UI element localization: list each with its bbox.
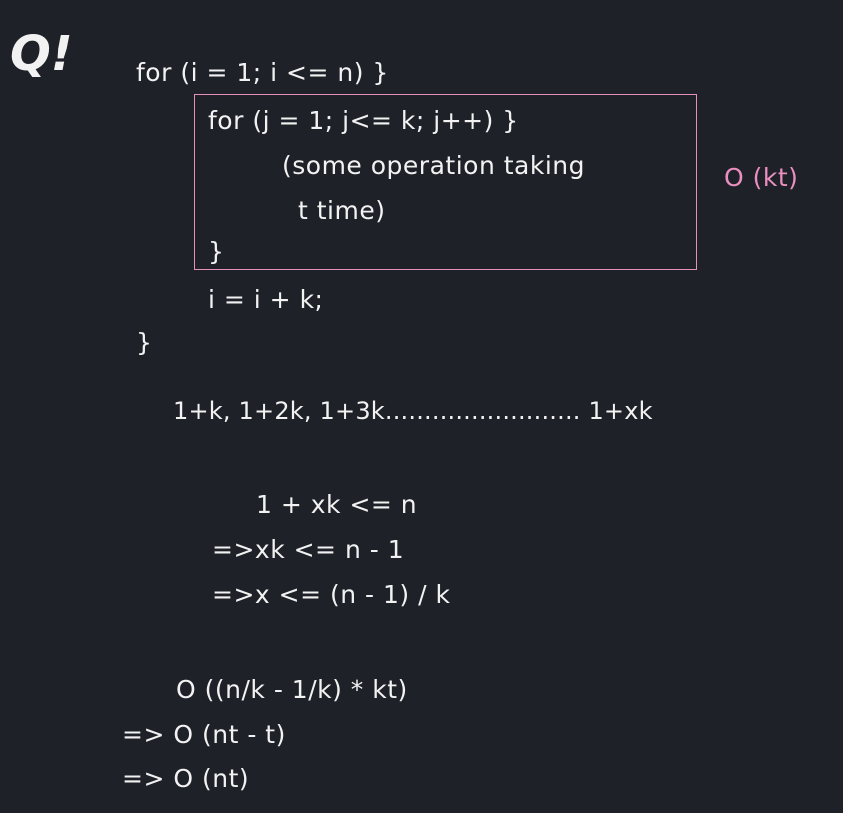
- question-label: Q!: [10, 26, 73, 82]
- result-line-3: => O (nt): [122, 764, 250, 793]
- derivation-line-1: 1 + xk <= n: [256, 490, 418, 519]
- outer-close-brace: }: [136, 328, 153, 357]
- result-line-1: O ((n/k - 1/k) * kt): [176, 675, 408, 704]
- inner-close-brace: }: [208, 237, 225, 266]
- operation-line-2: t time): [298, 196, 386, 225]
- increment-line: i = i + k;: [208, 285, 324, 314]
- derivation-line-2: =>xk <= n - 1: [212, 535, 405, 564]
- outer-for-line: for (i = 1; i <= n) }: [136, 58, 389, 87]
- derivation-line-3: =>x <= (n - 1) / k: [212, 580, 451, 609]
- inner-for-line: for (j = 1; j<= k; j++) }: [208, 106, 519, 135]
- result-line-2: => O (nt - t): [122, 720, 286, 749]
- series-line: 1+k, 1+2k, 1+3k.........................…: [173, 397, 653, 425]
- inner-complexity-label: O (kt): [724, 163, 799, 192]
- operation-line-1: (some operation taking: [282, 151, 585, 180]
